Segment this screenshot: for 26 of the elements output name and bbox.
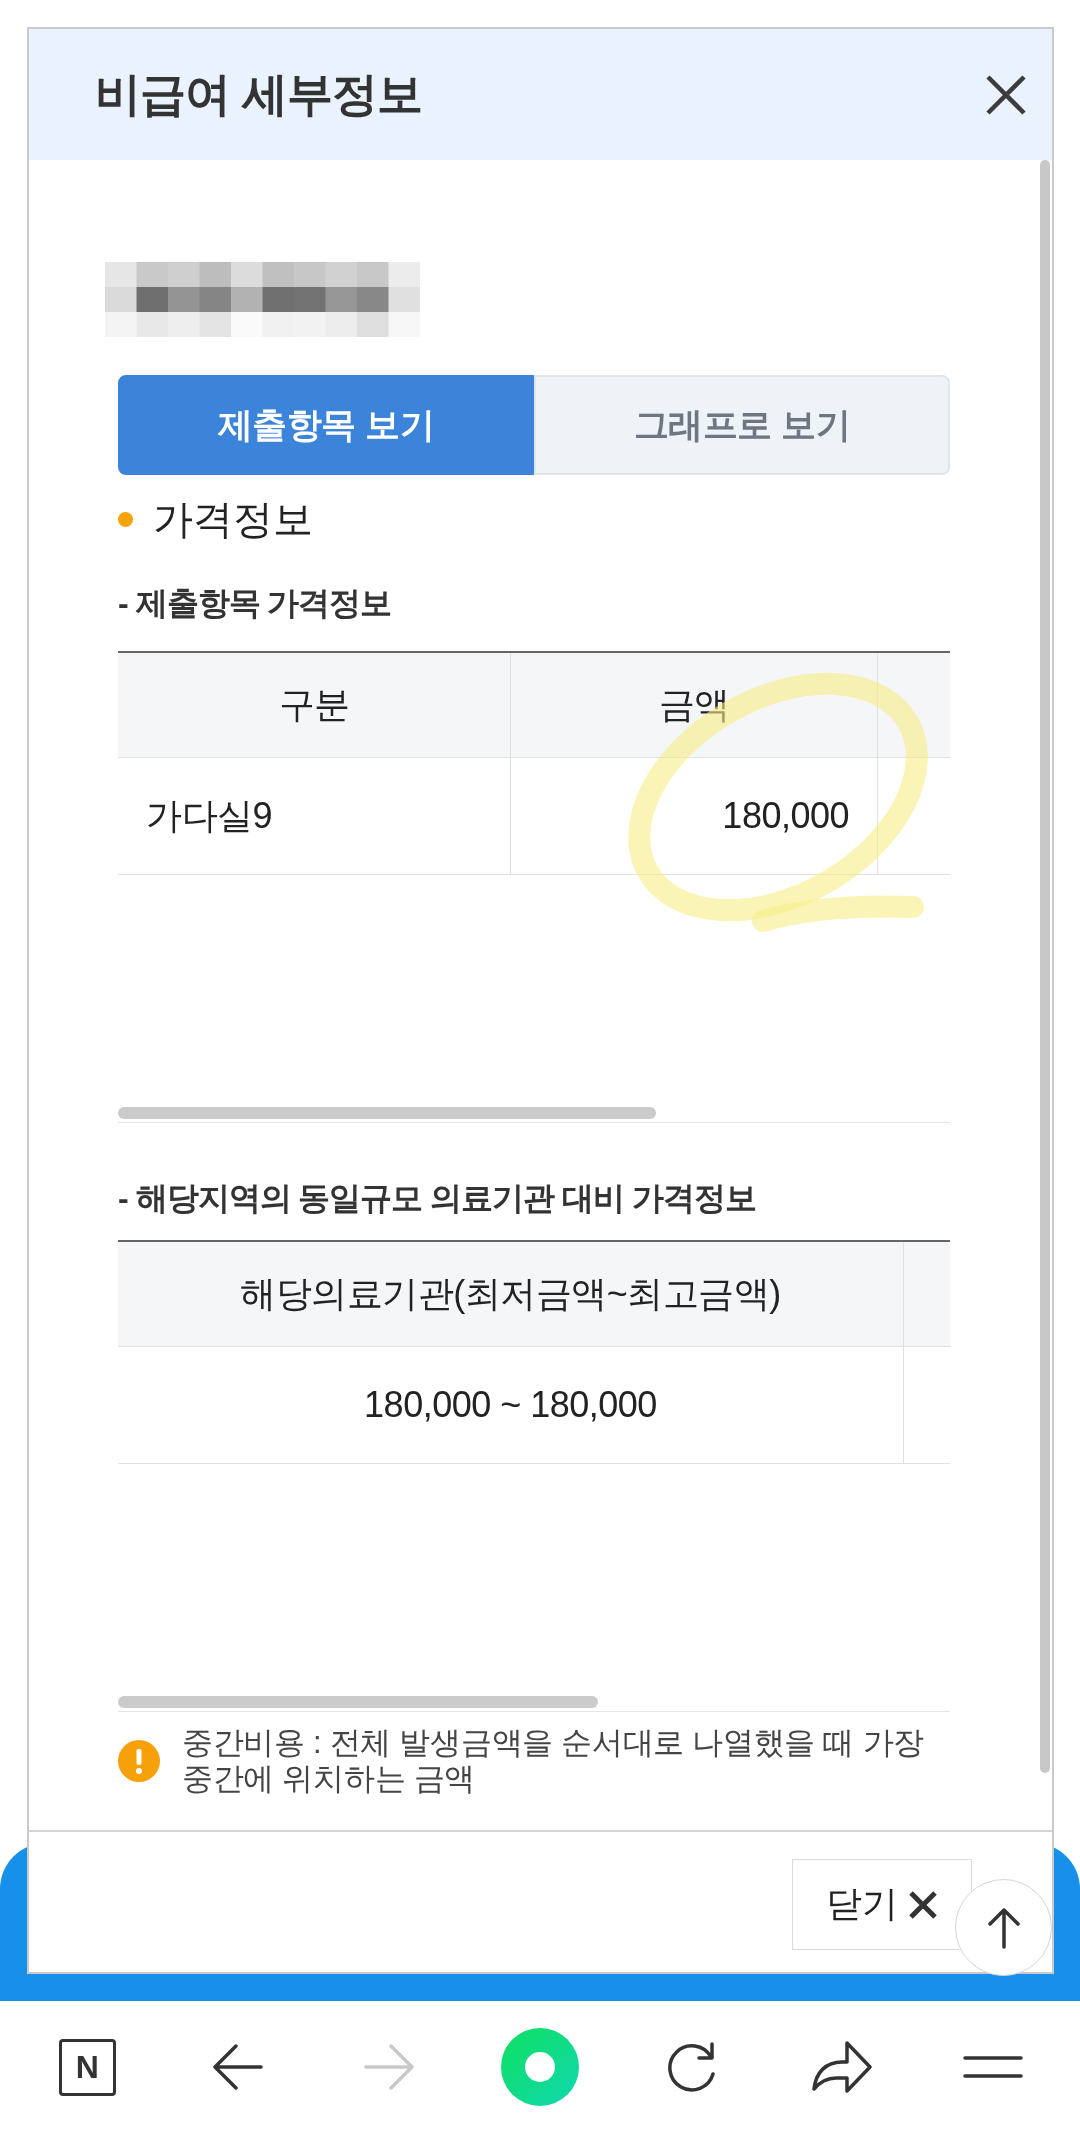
up-arrow-icon (986, 1906, 1021, 1949)
bullet-dot-icon (118, 511, 133, 527)
table-cell: 180,000 ~ 180,000 (118, 1347, 904, 1464)
table-cell: 180,000 (511, 758, 878, 875)
vertical-scrollbar[interactable] (1040, 160, 1050, 1773)
table-cell: 가다실9 (118, 758, 511, 875)
close-icon (908, 1889, 938, 1920)
table-header-cell: 해당의료기관(최저금액~최고금액) (118, 1242, 904, 1347)
view-tab[interactable]: 제출항목 보기 (118, 375, 534, 475)
horizontal-scrollbar[interactable] (118, 1107, 656, 1119)
close-icon[interactable] (985, 73, 1027, 116)
menu-icon[interactable] (962, 2055, 1023, 2079)
home-button[interactable]: N (58, 2038, 116, 2096)
note-text: 중간비용 : 전체 발생금액을 순서대로 나열했을 때 가장 중간에 위치하는 금액 (182, 1725, 925, 1797)
section-title: 가격정보 (153, 496, 313, 543)
dialog-title: 비급여 세부정보 (95, 66, 422, 122)
warning-icon (118, 1740, 160, 1782)
view-tab[interactable]: 그래프로 보기 (534, 375, 950, 475)
close-button[interactable]: 닫기 (792, 1859, 972, 1950)
table-title: - 제출항목 가격정보 (118, 584, 392, 623)
table-header-cell: 금액 (511, 653, 878, 758)
share-arrow-icon[interactable] (811, 2041, 872, 2093)
horizontal-scrollbar[interactable] (118, 1696, 598, 1708)
table-title: - 해당지역의 동일규모 의료기관 대비 가격정보 (118, 1179, 757, 1218)
back-arrow-icon[interactable] (213, 2044, 264, 2090)
table-header-cell: 구분 (118, 653, 511, 758)
